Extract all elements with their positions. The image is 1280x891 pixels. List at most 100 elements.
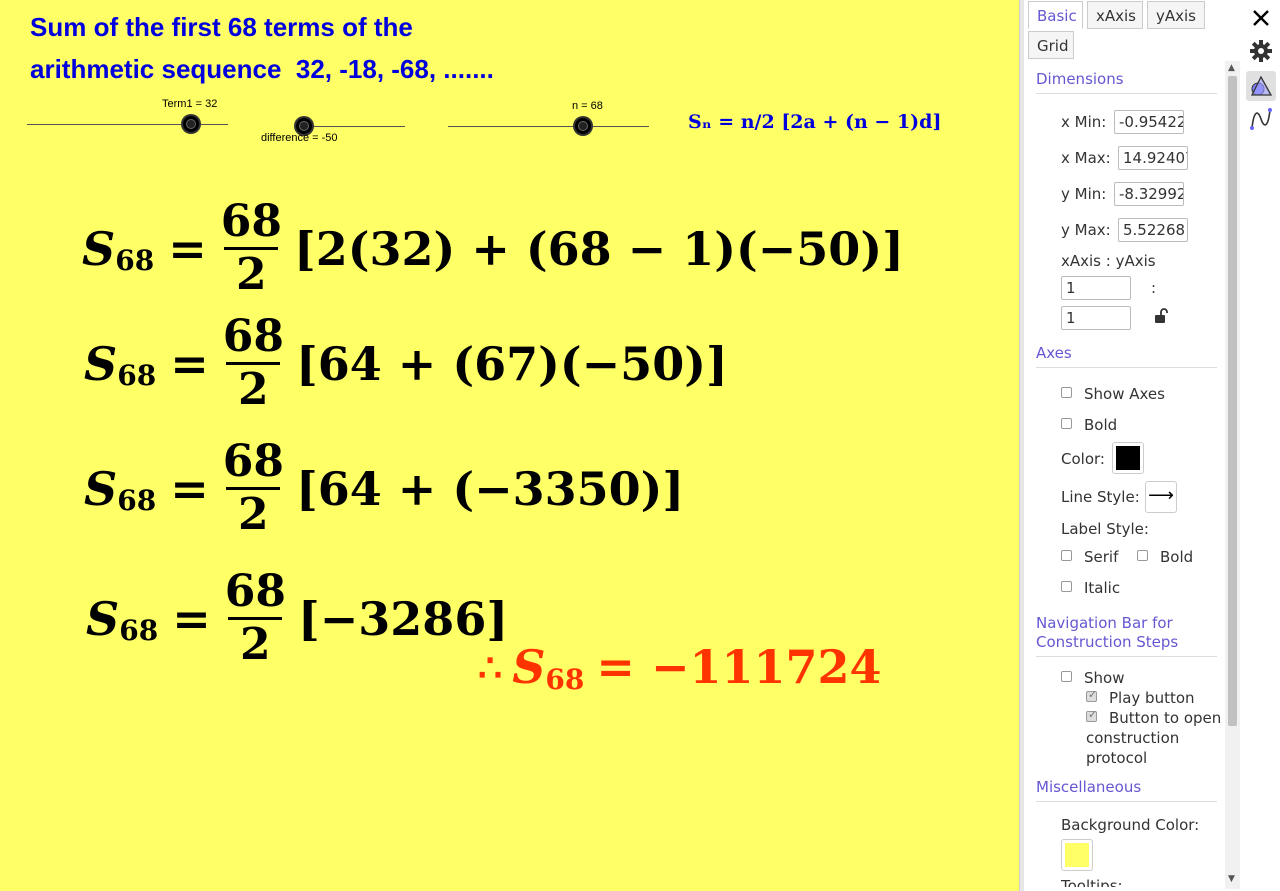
label-bold-checkbox[interactable] [1137,550,1148,561]
n-slider-label: n = 68 [572,100,603,112]
show-navigation-label: Show [1084,669,1125,687]
line-style-button[interactable]: ⟶ [1145,481,1177,513]
equals-sign: = [170,336,209,391]
open-protocol-label-2: construction [1086,729,1180,747]
show-navigation-checkbox[interactable] [1061,671,1072,682]
background-color-label: Background Color: [1061,816,1200,834]
scroll-up-icon[interactable]: ▲ [1228,63,1235,73]
bold-checkbox[interactable] [1061,418,1072,429]
numerator: 68 [224,566,286,617]
difference-slider-label: difference = -50 [261,132,338,144]
divider [1036,367,1217,368]
ymax-label: y Max: [1061,221,1111,239]
scroll-down-icon[interactable]: ▼ [1228,874,1235,884]
dimensions-header: Dimensions [1036,70,1124,88]
step-4-equation: S 68 = 68 2 [−3286] [86,567,508,670]
tab-basic[interactable]: Basic [1028,1,1083,29]
divider [1036,801,1217,802]
xaxis-ratio-field[interactable]: 1 [1061,276,1131,300]
unlock-icon[interactable] [1154,307,1170,325]
italic-checkbox[interactable] [1061,581,1072,592]
ymax-field[interactable]: 5.52268 [1118,218,1188,242]
title-line-2: arithmetic sequence 32, -18, -68, ......… [30,54,494,84]
background-color-button[interactable] [1061,839,1093,871]
bracket-expression: [64 + (67)(−50)] [295,336,728,391]
bracket-expression: [64 + (−3350)] [295,461,685,516]
divider [1036,656,1217,657]
gear-icon[interactable] [1248,38,1274,64]
denominator: 2 [238,364,269,415]
properties-content: Dimensions x Min: -0.95422 x Max: 14.924… [1027,61,1225,887]
bracket-expression: [−3286] [297,591,509,646]
axis-ratio-label: xAxis : yAxis [1061,252,1156,270]
algebra-function-icon[interactable] [1248,106,1274,132]
numerator: 68 [222,436,284,487]
sum-formula: Sₙ = n/2 [2a + (n − 1)d] [688,111,942,133]
tooltips-label: Tooltips: [1061,877,1123,887]
n-slider-track[interactable] [448,126,649,127]
axes-header: Axes [1036,344,1072,362]
show-axes-checkbox[interactable] [1061,387,1072,398]
tab-yaxis[interactable]: yAxis [1147,1,1205,29]
background-color-swatch [1065,843,1089,867]
close-icon[interactable] [1251,8,1271,28]
therefore-symbol: ∴ [478,644,503,690]
step-2-equation: S 68 = 68 2 [64 + (67)(−50)] [84,312,728,415]
open-protocol-label-1: Button to open [1109,709,1222,727]
numerator: 68 [222,311,284,362]
sum-symbol: S [84,336,118,391]
tab-grid[interactable]: Grid [1028,31,1074,59]
graphics-view-icon[interactable] [1246,71,1276,101]
italic-label: Italic [1084,579,1121,597]
ymin-field[interactable]: -8.32992 [1114,182,1184,206]
equals-sign: = [172,591,211,646]
denominator: 2 [240,619,271,670]
sum-symbol: S [86,591,120,646]
difference-slider-track[interactable] [304,126,405,127]
subscript: 68 [117,484,157,517]
fraction: 68 2 [225,567,286,670]
step-3-equation: S 68 = 68 2 [64 + (−3350)] [84,437,684,540]
yaxis-ratio-field[interactable]: 1 [1061,306,1131,330]
xmin-field[interactable]: -0.95422 [1114,110,1184,134]
ymin-label: y Min: [1061,185,1107,203]
term1-slider-knob[interactable] [183,116,199,132]
miscellaneous-header: Miscellaneous [1036,778,1142,796]
xmin-label: x Min: [1061,113,1107,131]
graphics-canvas[interactable]: Sum of the first 68 terms of the arithme… [0,0,1019,891]
xmax-label: x Max: [1061,149,1111,167]
subscript: 68 [115,244,155,277]
axes-color-swatch [1116,446,1140,470]
final-result: ∴ S 68 = −111724 [478,640,882,696]
navigation-header-line-1: Navigation Bar for [1036,614,1173,632]
panel-scrollbar[interactable]: ▲ ▼ [1225,61,1240,889]
numerator: 68 [220,196,282,247]
xmax-field[interactable]: 14.92407 [1118,146,1188,170]
denominator: 2 [238,489,269,540]
ratio-separator: : [1151,279,1157,297]
label-style-label: Label Style: [1061,520,1149,538]
n-slider-knob[interactable] [575,118,591,134]
denominator: 2 [236,249,267,300]
sum-symbol: S [82,221,116,276]
subscript: 68 [119,614,159,647]
result-value: = −111724 [596,640,882,694]
navigation-header-line-2: Construction Steps [1036,633,1179,651]
serif-checkbox[interactable] [1061,550,1072,561]
open-protocol-checkbox [1086,708,1097,722]
label-bold-label: Bold [1160,548,1194,566]
divider [1036,93,1217,94]
equals-sign: = [168,221,207,276]
open-protocol-label-3: protocol [1086,749,1148,767]
show-axes-label: Show Axes [1084,385,1165,403]
bold-label: Bold [1084,416,1118,434]
axes-color-button[interactable] [1112,442,1144,474]
sum-symbol: S [84,461,118,516]
tab-xaxis[interactable]: xAxis [1087,1,1143,29]
fraction: 68 2 [221,197,282,300]
play-button-checkbox [1086,688,1097,702]
title-line-1: Sum of the first 68 terms of the [30,12,413,42]
scrollbar-thumb[interactable] [1228,76,1237,726]
sum-symbol: S [512,640,546,694]
play-button-label: Play button [1109,689,1195,707]
